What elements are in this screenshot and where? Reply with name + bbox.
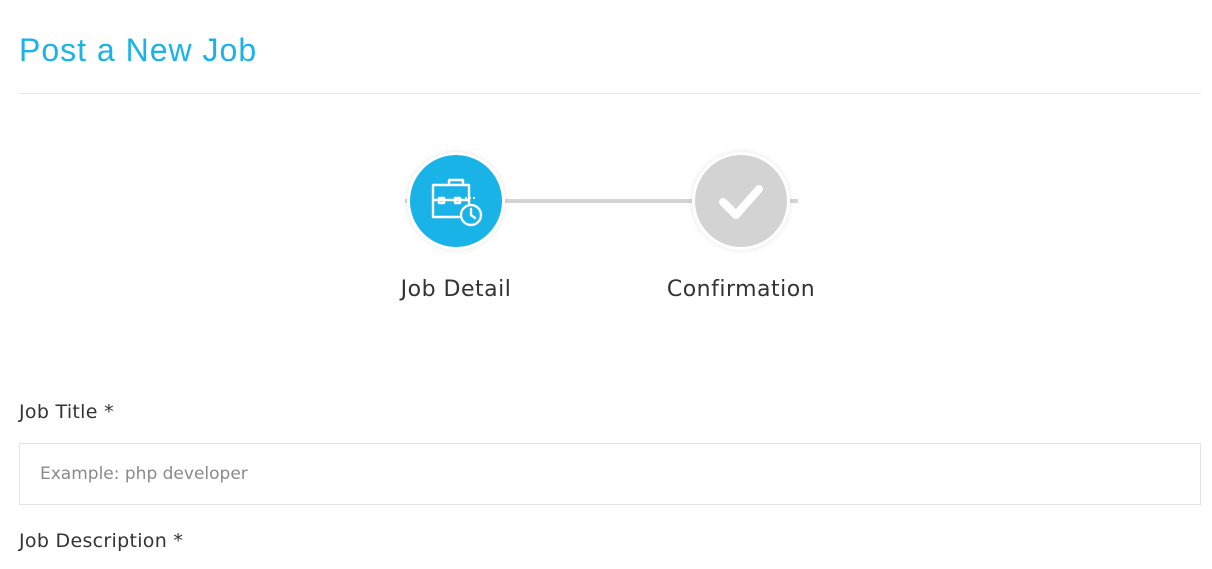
step-confirmation[interactable] bbox=[695, 155, 787, 247]
post-job-page: Post a New Job Job Detail Confirmation J… bbox=[0, 0, 1212, 569]
step-job-detail[interactable] bbox=[410, 155, 502, 247]
progress-stepper: Job Detail Confirmation bbox=[0, 0, 1212, 330]
step-label-confirmation: Confirmation bbox=[666, 277, 816, 302]
step-label-job-detail: Job Detail bbox=[400, 277, 512, 302]
job-description-label: Job Description * bbox=[19, 530, 184, 552]
job-title-input[interactable] bbox=[19, 443, 1201, 505]
job-title-label: Job Title * bbox=[19, 401, 114, 423]
checkmark-icon bbox=[719, 185, 763, 219]
briefcase-clock-icon bbox=[431, 178, 483, 227]
